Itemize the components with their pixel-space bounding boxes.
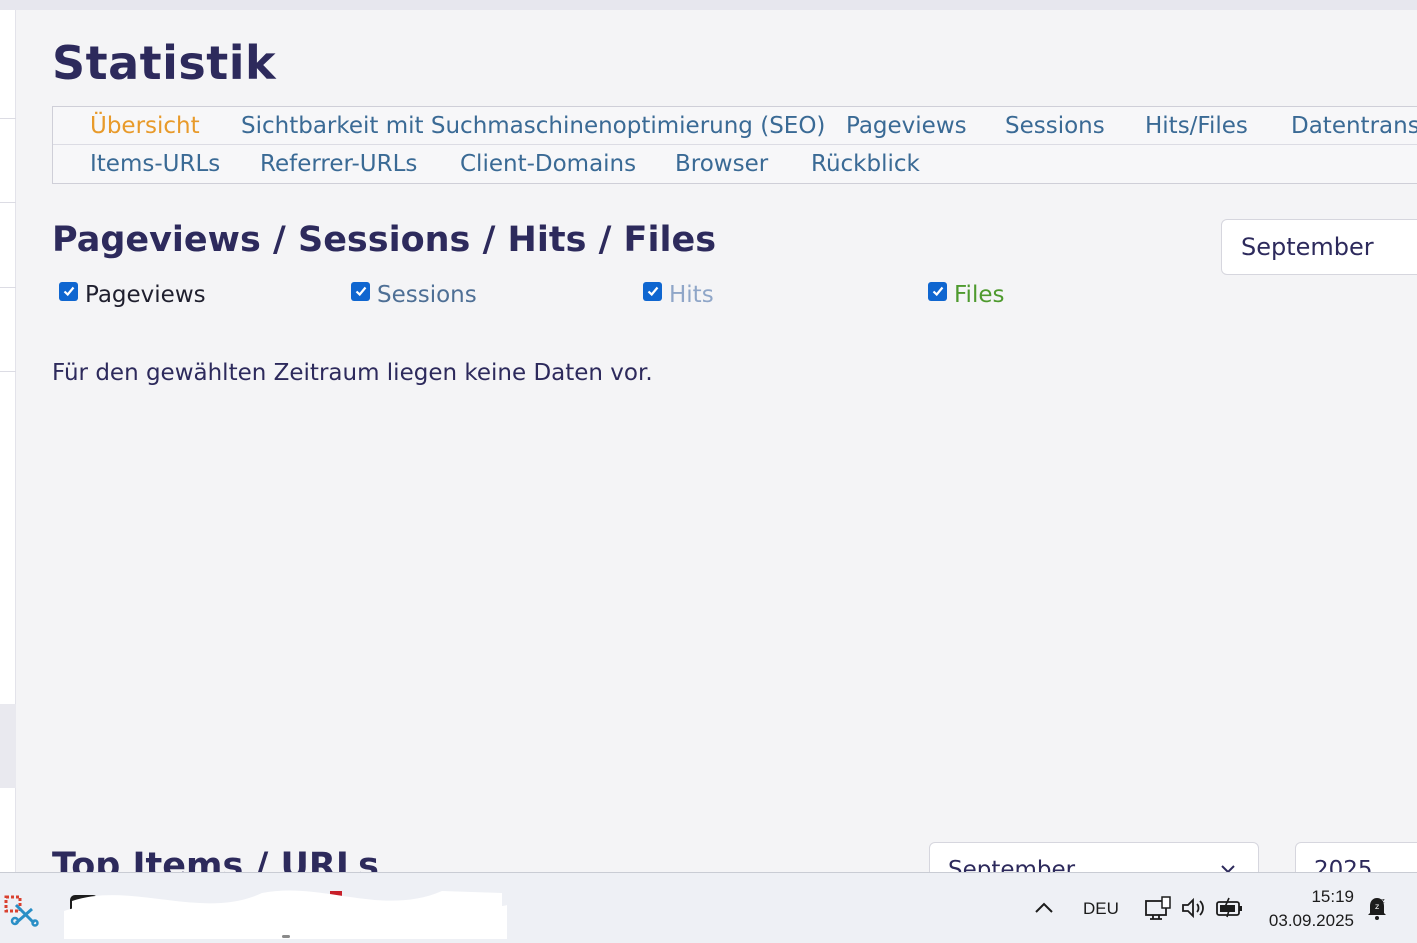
- left-sidebar-edge: [0, 10, 16, 872]
- chart-section-title: Pageviews / Sessions / Hits / Files: [52, 220, 717, 260]
- tab-sessions[interactable]: Sessions: [1005, 113, 1105, 139]
- top-items-title: Top Items / URLs: [52, 846, 379, 872]
- tab-pageviews[interactable]: Pageviews: [846, 113, 967, 139]
- checkbox-label: Hits: [669, 282, 714, 308]
- tab-browser[interactable]: Browser: [675, 151, 768, 177]
- tab-datentransfer[interactable]: Datentrans: [1291, 113, 1417, 139]
- checkbox-checked-icon[interactable]: [643, 281, 662, 301]
- tab-row-2: Items-URLs Referrer-URLs Client-Domains …: [53, 145, 1417, 183]
- empty-state-message: Für den gewählten Zeitraum liegen keine …: [52, 360, 653, 386]
- chevron-up-icon[interactable]: [1033, 897, 1055, 919]
- network-icon[interactable]: [1144, 896, 1172, 922]
- svg-text:z: z: [1381, 897, 1385, 905]
- tab-row-1: Übersicht Sichtbarkeit mit Suchmaschinen…: [53, 107, 1417, 145]
- input-language[interactable]: DEU: [1083, 899, 1119, 919]
- checkbox-pageviews[interactable]: Pageviews: [59, 280, 206, 310]
- tab-items-urls[interactable]: Items-URLs: [90, 151, 220, 177]
- checkbox-checked-icon[interactable]: [59, 281, 78, 301]
- sidebar-divider: [0, 287, 16, 288]
- tab-client-domains[interactable]: Client-Domains: [460, 151, 636, 177]
- month-select[interactable]: September: [1221, 219, 1417, 275]
- taskbar-clock[interactable]: 15:19 03.09.2025: [1266, 885, 1354, 933]
- sidebar-active-item[interactable]: [0, 704, 16, 788]
- browser-top-strip: [0, 0, 1417, 10]
- clock-time: 15:19: [1311, 887, 1354, 906]
- volume-icon[interactable]: [1180, 896, 1206, 920]
- select-value: 2025: [1314, 857, 1373, 872]
- top-items-year-select[interactable]: 2025: [1295, 842, 1417, 872]
- select-value: September: [948, 857, 1076, 872]
- chevron-down-icon: [1221, 865, 1235, 872]
- pinned-apps-redacted[interactable]: [62, 881, 512, 941]
- main-content: Statistik Übersicht Sichtbarkeit mit Suc…: [16, 10, 1417, 872]
- sidebar-divider: [0, 371, 16, 372]
- battery-icon[interactable]: [1215, 897, 1245, 919]
- snipping-tool-icon[interactable]: [4, 893, 40, 927]
- tab-hits-files[interactable]: Hits/Files: [1145, 113, 1248, 139]
- tab-seo[interactable]: Sichtbarkeit mit Suchmaschinenoptimierun…: [241, 113, 825, 139]
- sidebar-divider: [0, 118, 16, 119]
- checkbox-sessions[interactable]: Sessions: [351, 280, 477, 310]
- checkbox-label: Files: [954, 282, 1005, 308]
- notification-bell-icon[interactable]: z z: [1364, 895, 1390, 921]
- page-title: Statistik: [52, 36, 277, 90]
- clock-date: 03.09.2025: [1268, 911, 1354, 930]
- top-items-month-select[interactable]: September: [929, 842, 1259, 872]
- svg-text:z: z: [1375, 902, 1379, 911]
- checkbox-checked-icon[interactable]: [351, 281, 370, 301]
- tab-uebersicht[interactable]: Übersicht: [90, 113, 200, 139]
- statistics-tabs: Übersicht Sichtbarkeit mit Suchmaschinen…: [52, 106, 1417, 184]
- checkbox-checked-icon[interactable]: [928, 281, 947, 301]
- checkbox-label: Pageviews: [85, 282, 206, 308]
- tab-rueckblick[interactable]: Rückblick: [811, 151, 920, 177]
- tab-referrer-urls[interactable]: Referrer-URLs: [260, 151, 417, 177]
- windows-taskbar: DEU 15:19 03.09.2025 z z: [0, 872, 1417, 943]
- checkbox-hits[interactable]: Hits: [643, 280, 714, 310]
- sidebar-divider: [0, 202, 16, 203]
- checkbox-label: Sessions: [377, 282, 477, 308]
- checkbox-files[interactable]: Files: [928, 280, 1004, 310]
